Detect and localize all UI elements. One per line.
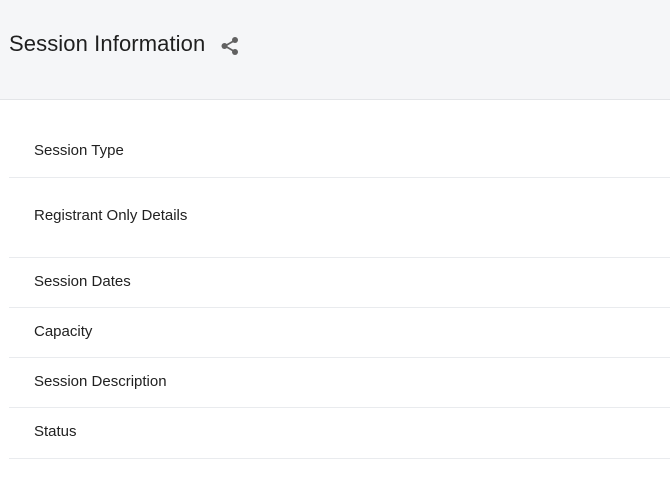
field-row-session-description: Session Description	[9, 358, 670, 408]
field-row-capacity: Capacity	[9, 308, 670, 358]
share-icon	[221, 37, 238, 55]
session-fields-list: Session Type Registrant Only Details Ses…	[9, 101, 670, 459]
field-label-capacity: Capacity	[34, 323, 93, 340]
field-label-session-description: Session Description	[34, 373, 167, 390]
field-label-registrant-only-details: Registrant Only Details	[34, 207, 188, 224]
share-button[interactable]	[219, 35, 241, 57]
field-row-session-dates: Session Dates	[9, 258, 670, 308]
field-label-session-dates: Session Dates	[34, 273, 131, 290]
page-header: Session Information	[0, 0, 670, 100]
field-row-status: Status	[9, 408, 670, 459]
page-title: Session Information	[9, 31, 206, 56]
field-row-registrant-only-details: Registrant Only Details	[9, 178, 670, 258]
field-label-status: Status	[34, 423, 77, 440]
field-label-session-type: Session Type	[34, 142, 124, 159]
field-row-session-type: Session Type	[9, 101, 670, 178]
